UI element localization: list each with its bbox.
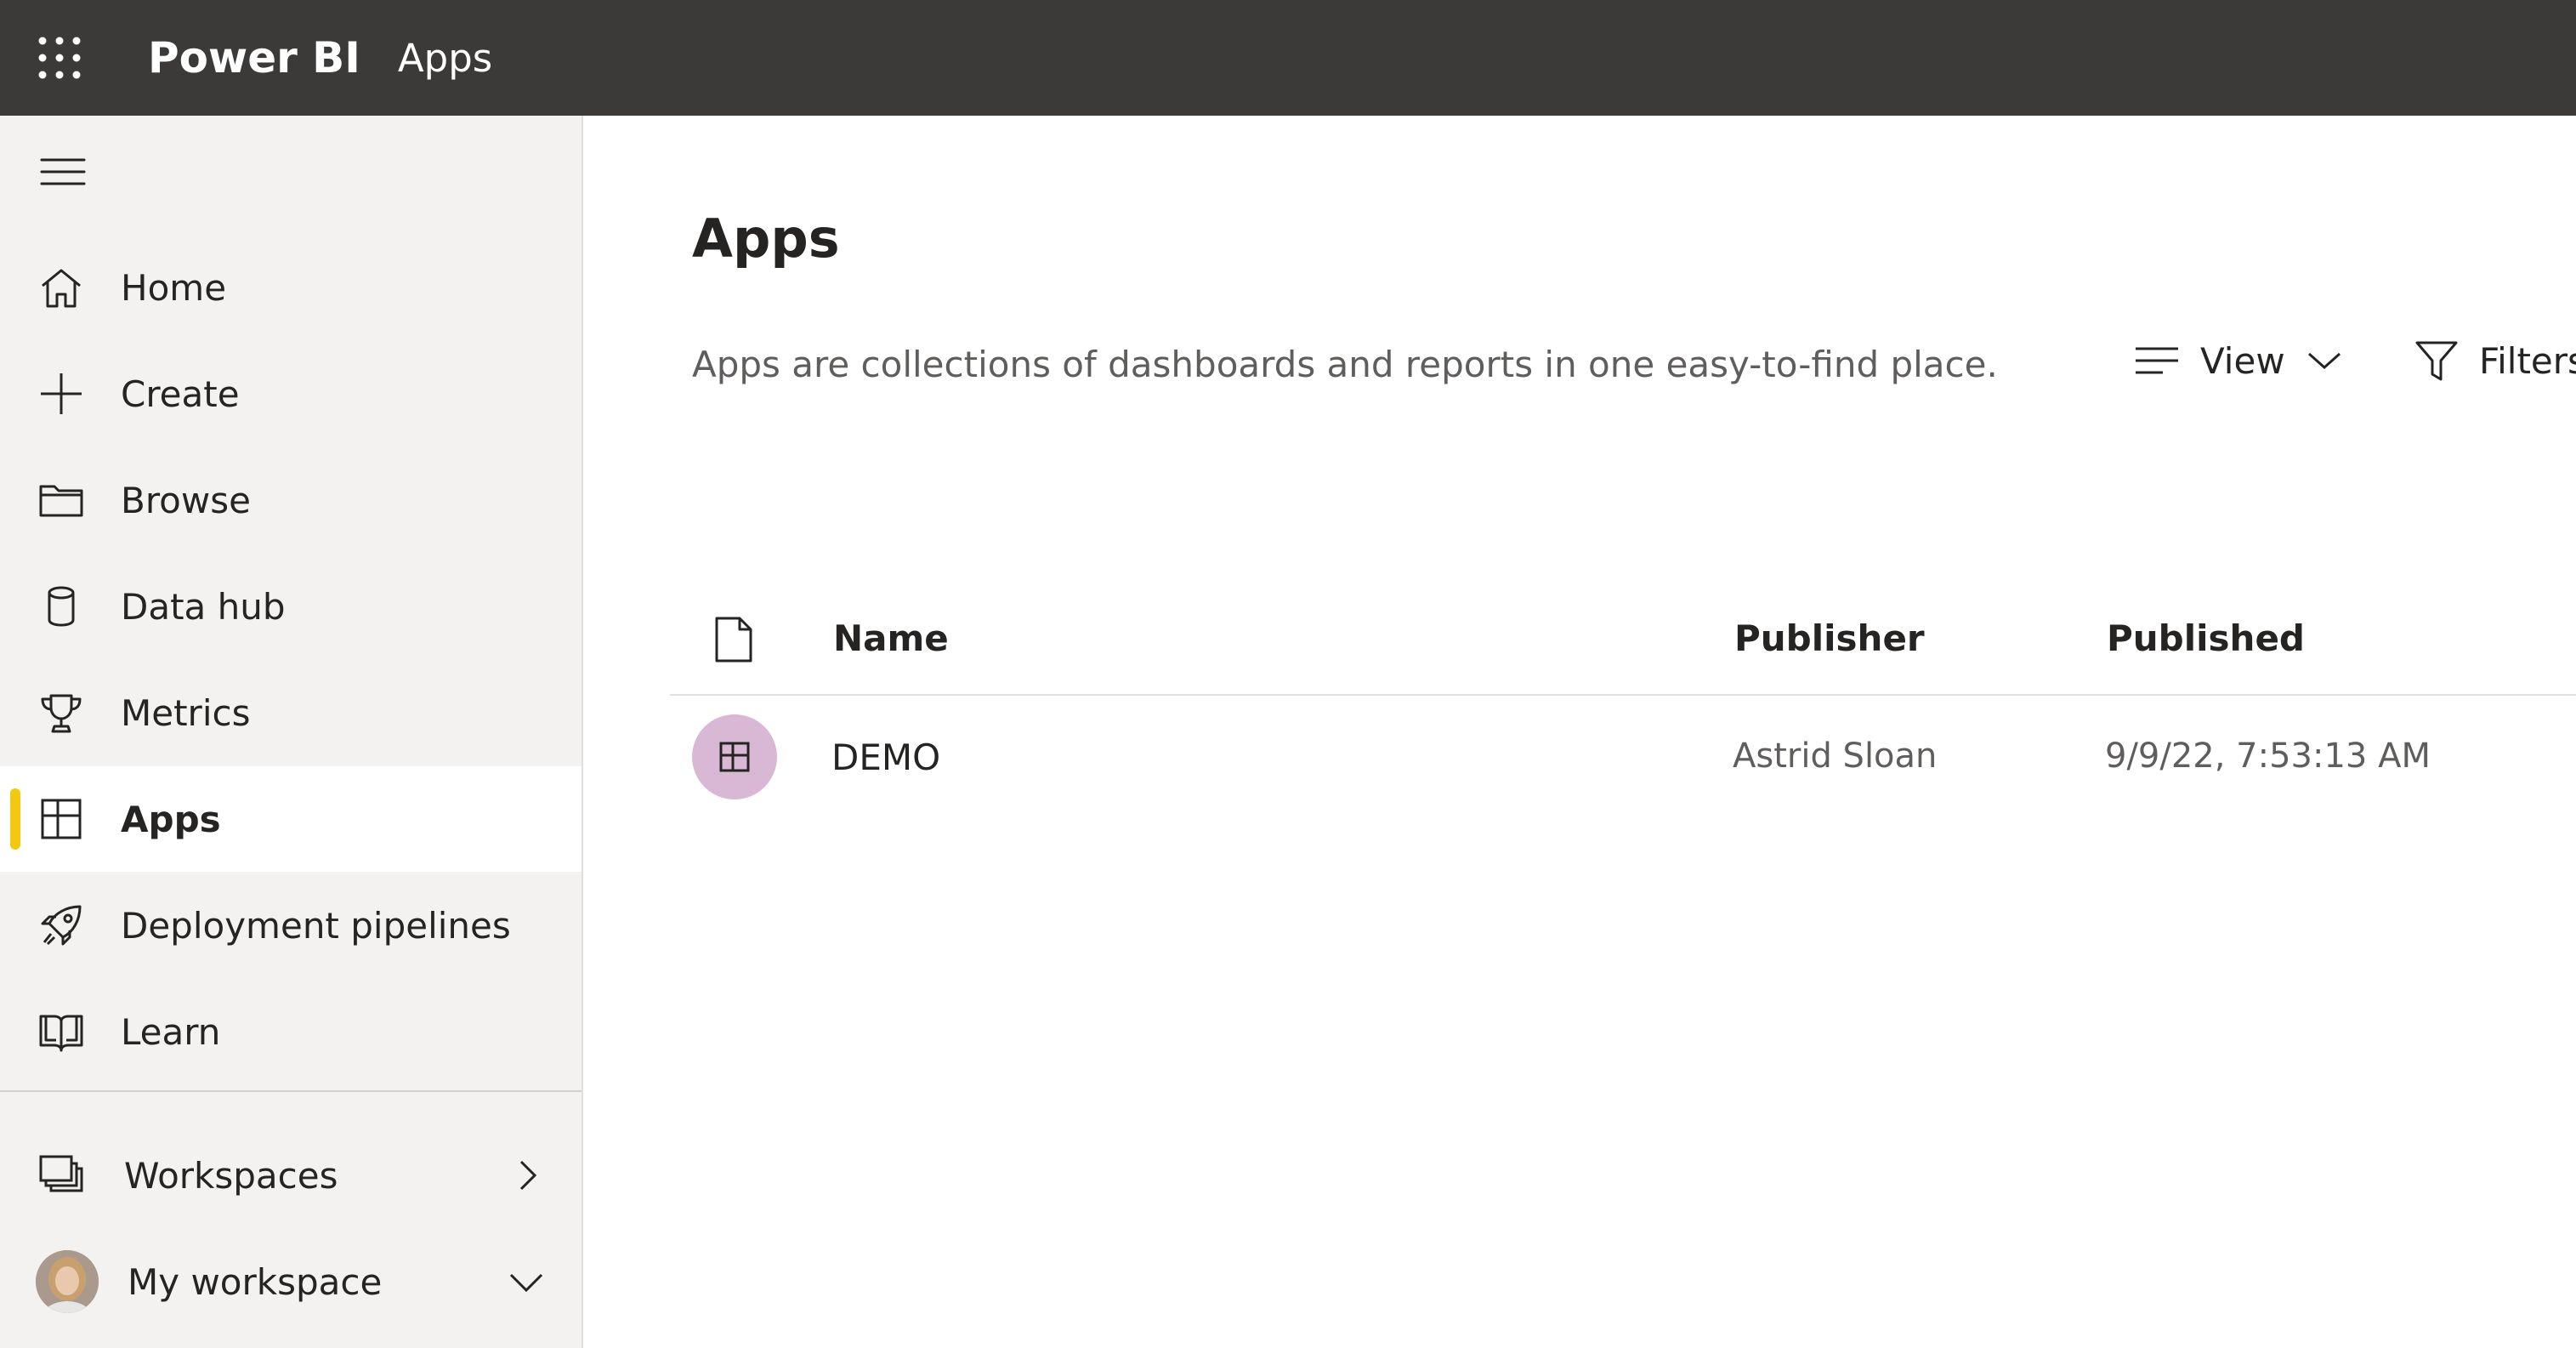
chevron-down-icon[interactable] [505,1260,548,1303]
view-button[interactable]: View [2134,327,2341,395]
book-icon [36,1006,87,1057]
table-header: Name Publisher Published [670,575,2576,696]
sidebar-item-learn[interactable]: Learn [0,979,582,1084]
app-icon [692,714,777,799]
view-label: View [2200,339,2285,382]
breadcrumb[interactable]: Apps [398,36,492,81]
app-published-date: 9/9/22, 7:53:13 AM [2105,737,2431,776]
sidebar-item-apps[interactable]: Apps [0,766,582,872]
folder-icon [36,475,87,526]
sidebar-item-label: Workspaces [124,1154,338,1197]
sidebar-item-label: Apps [121,798,221,840]
sidebar-item-my-workspace[interactable]: My workspace [0,1229,582,1334]
sidebar-item-workspaces[interactable]: Workspaces [0,1123,582,1228]
sidebar-item-label: Home [121,266,227,309]
database-icon [36,581,87,632]
page-description: Apps are collections of dashboards and r… [692,344,1998,385]
brand-name[interactable]: Power BI [148,33,360,82]
chevron-right-icon[interactable] [505,1154,548,1197]
filters-label: Filters [2479,339,2576,382]
column-header-name[interactable]: Name [833,617,949,659]
sidebar-item-browse[interactable]: Browse [0,447,582,553]
top-bar: Power BI Apps [0,0,2576,116]
sidebar-item-deployment-pipelines[interactable]: Deployment pipelines [0,873,582,978]
rocket-icon [36,900,87,951]
sidebar-item-label: Learn [121,1010,221,1053]
file-type-icon [715,617,752,663]
collapse-nav-button[interactable] [37,151,88,192]
column-header-published[interactable]: Published [2107,617,2305,659]
sidebar-divider [0,1090,582,1092]
app-name-link[interactable]: DEMO [831,737,940,778]
column-header-publisher[interactable]: Publisher [1734,617,1925,659]
sidebar-item-metrics[interactable]: Metrics [0,660,582,765]
chevron-down-icon [2307,352,2341,370]
sidebar-item-home[interactable]: Home [0,235,582,340]
filters-button[interactable]: Filters [2414,327,2576,395]
sidebar-item-label: Metrics [121,691,251,734]
sidebar-item-create[interactable]: Create [0,341,582,446]
page-title: Apps [692,208,840,270]
sidebar-item-data-hub[interactable]: Data hub [0,554,582,659]
sidebar-item-label: Deployment pipelines [121,904,511,947]
workspaces-icon [36,1150,87,1201]
apps-icon [36,793,87,845]
app-publisher: Astrid Sloan [1733,737,1938,776]
main-content: Apps Apps are collections of dashboards … [585,116,2576,1348]
hamburger-icon [40,158,86,185]
list-view-icon [2136,347,2178,374]
app-launcher-button[interactable] [0,0,119,116]
home-icon [36,262,87,313]
filter-icon [2415,341,2458,381]
sidebar-item-label: My workspace [128,1260,383,1303]
sidebar-item-label: Browse [121,479,251,521]
avatar [36,1250,99,1313]
table-row[interactable]: DEMO Astrid Sloan 9/9/22, 7:53:13 AM [670,697,2576,816]
sidebar-item-label: Create [121,373,240,415]
plus-icon [36,368,87,419]
waffle-icon [38,37,81,79]
sidebar-item-label: Data hub [121,585,286,628]
trophy-icon [36,687,87,738]
sidebar: Home Create Browse Data hub Metrics Apps [0,116,583,1348]
